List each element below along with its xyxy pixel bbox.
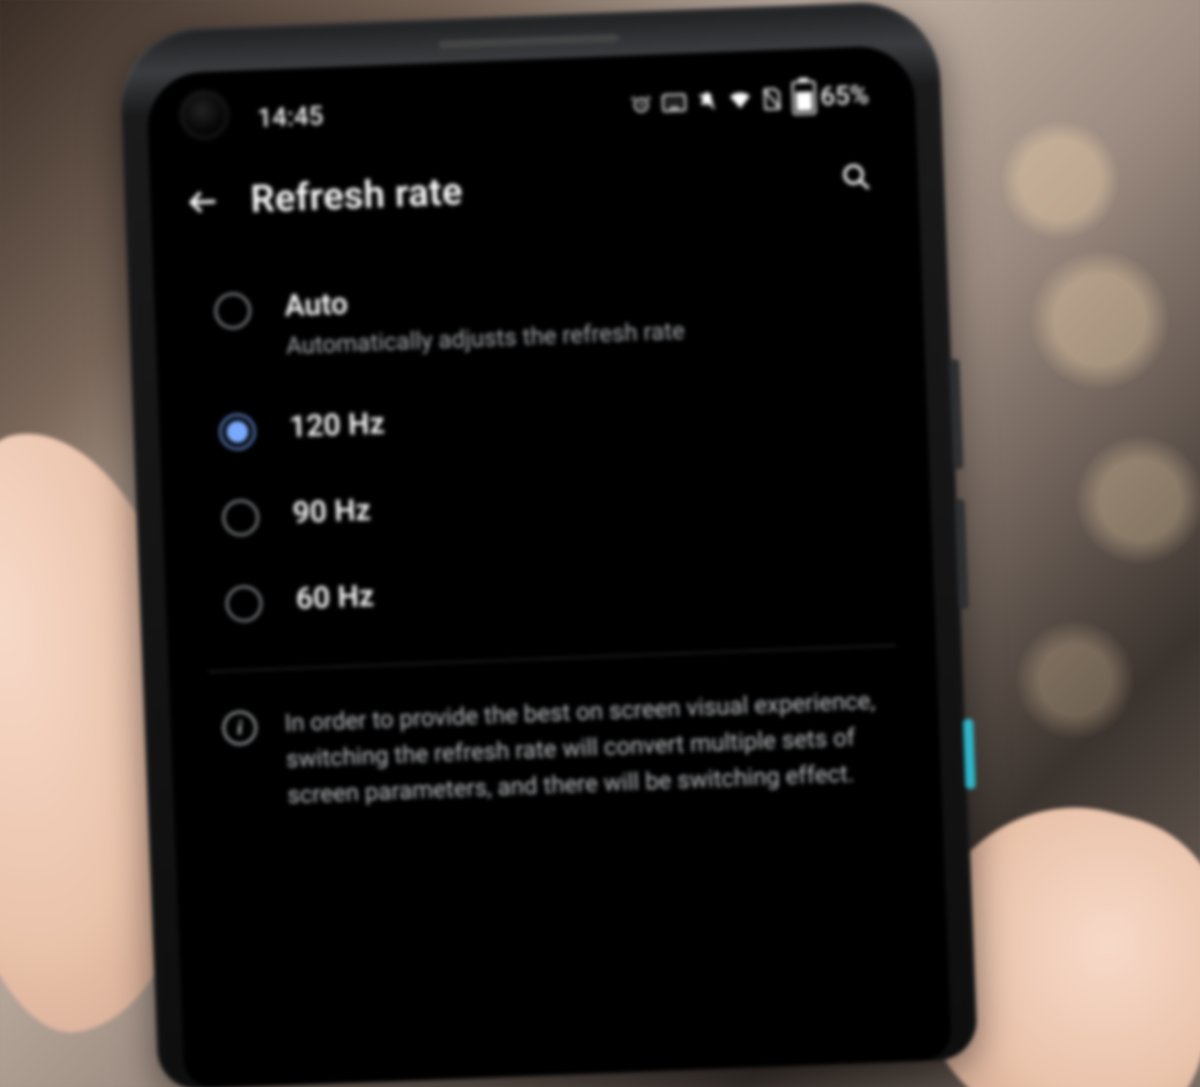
section-divider [209, 645, 897, 672]
search-button[interactable] [833, 154, 879, 200]
search-icon [841, 161, 872, 192]
volume-down-button[interactable] [955, 499, 969, 609]
option-label: Auto [284, 274, 684, 324]
option-subtitle: Automatically adjusts the refresh rate [286, 315, 686, 363]
volume-up-button[interactable] [949, 359, 963, 469]
refresh-rate-options: Auto Automatically adjusts the refresh r… [153, 240, 941, 817]
info-note-row: In order to provide the best on screen v… [169, 645, 942, 818]
silent-icon [696, 90, 719, 113]
battery-percent: 65% [820, 80, 870, 112]
phone-screen: 14:45 [146, 45, 952, 1087]
info-note-text: In order to provide the best on screen v… [284, 682, 892, 813]
radio-icon-selected [219, 414, 256, 451]
status-bar: 14:45 [147, 73, 916, 144]
radio-icon [214, 292, 251, 329]
back-button[interactable] [180, 179, 226, 225]
power-button[interactable] [963, 719, 976, 789]
option-auto[interactable]: Auto Automatically adjusts the refresh r… [153, 240, 925, 391]
earpiece-speaker [439, 34, 619, 49]
option-label: 120 Hz [289, 407, 386, 446]
option-label: 60 Hz [295, 579, 374, 617]
option-90hz[interactable]: 90 Hz [161, 448, 932, 563]
alarm-icon [630, 93, 653, 116]
option-60hz[interactable]: 60 Hz [164, 534, 935, 649]
back-arrow-icon [185, 184, 220, 219]
wifi-icon [728, 90, 753, 111]
front-camera [180, 91, 228, 139]
status-time: 14:45 [257, 101, 324, 134]
info-icon [222, 711, 257, 746]
radio-icon [222, 499, 259, 536]
radio-icon [225, 585, 262, 622]
phone-device: 14:45 [118, 0, 978, 1087]
app-toolbar: Refresh rate [149, 141, 919, 238]
page-title: Refresh rate [250, 157, 809, 222]
keyboard-icon [662, 93, 687, 112]
option-label: 90 Hz [292, 493, 371, 531]
battery-icon [792, 80, 817, 115]
no-sim-icon [762, 87, 783, 112]
battery-indicator: 65% [792, 78, 870, 115]
option-120hz[interactable]: 120 Hz [158, 362, 929, 477]
